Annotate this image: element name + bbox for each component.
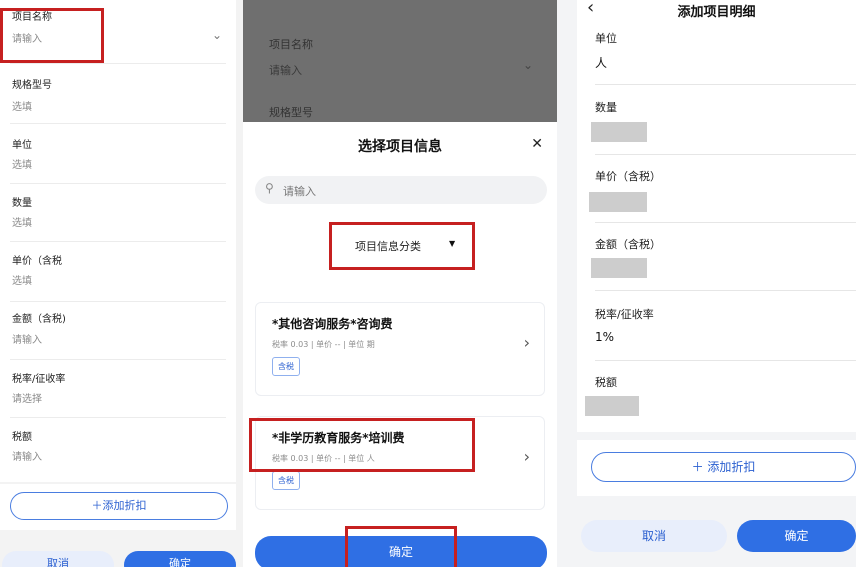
tax-rate-select[interactable]: 请选择: [12, 390, 42, 405]
item-meta: 税率 0.03 | 单价 -- | 单位 期: [272, 340, 375, 349]
divider: [595, 222, 856, 223]
unit-input[interactable]: 选填: [12, 156, 32, 171]
redacted-value[interactable]: [591, 258, 647, 278]
form-panel-left: 项目名称 请输入 ⌄ 规格型号 选填 单位 选填 数量 选填 单价（含税 选填 …: [0, 0, 243, 567]
tax-amount-input[interactable]: 请输入: [12, 448, 42, 463]
search-input[interactable]: 请输入: [283, 183, 316, 199]
highlight-box: [345, 526, 457, 567]
bg-field-label: 项目名称: [269, 38, 313, 51]
spec-model-input[interactable]: 选填: [12, 98, 32, 113]
chevron-right-icon: ›: [523, 447, 530, 466]
bottom-sheet: 选择项目信息 ✕ ⚲ 请输入 项目信息分类 ▼ *其他咨询服务*咨询费 税率 0…: [243, 122, 557, 567]
field-label: 单价（含税）: [595, 170, 661, 183]
unit-value[interactable]: 人: [595, 54, 607, 71]
amount-field[interactable]: 金额（含税) 请输入: [0, 302, 236, 360]
tax-rate-field[interactable]: 税率/征收率 请选择: [0, 360, 236, 418]
field-label: 税额: [595, 376, 617, 389]
page-title: 添加项目明细: [677, 5, 756, 20]
close-icon[interactable]: ✕: [531, 136, 543, 152]
highlight-box: [329, 222, 475, 270]
item-title: *其他咨询服务*咨询费: [272, 317, 393, 331]
tax-amount-field[interactable]: 税额 请输入: [0, 418, 236, 482]
unit-price-field[interactable]: 单价（含税 选填: [0, 242, 236, 302]
cancel-button[interactable]: 取消: [581, 520, 727, 552]
divider: [595, 360, 856, 361]
chevron-right-icon: ›: [523, 333, 530, 352]
amount-input[interactable]: 请输入: [12, 331, 42, 346]
field-label: 单位: [12, 140, 32, 151]
chevron-down-icon: ⌄: [522, 58, 533, 72]
quantity-input[interactable]: 选填: [12, 214, 32, 229]
discount-row: ＋ 添加折扣: [577, 440, 856, 496]
dimmed-background-form: 项目名称 请输入 ⌄ 规格型号: [243, 0, 557, 122]
divider: [595, 290, 856, 291]
field-label: 税额: [12, 432, 32, 443]
redacted-value[interactable]: [591, 122, 647, 142]
divider: [595, 84, 856, 85]
field-label: 金额（含税): [12, 314, 66, 325]
discount-row: ＋添加折扣: [0, 484, 236, 530]
list-item[interactable]: *其他咨询服务*咨询费 税率 0.03 | 单价 -- | 单位 期 含税 ›: [255, 302, 545, 396]
add-discount-button[interactable]: ＋ 添加折扣: [591, 452, 856, 482]
field-label: 单位: [595, 32, 617, 45]
spec-model-field[interactable]: 规格型号 选填: [0, 64, 236, 124]
nav-bar: ‹ 添加项目明细: [577, 0, 856, 22]
highlight-box: [0, 8, 104, 63]
bg-field-label: 规格型号: [269, 106, 313, 119]
highlight-box: [249, 418, 475, 472]
divider: [595, 154, 856, 155]
confirm-button[interactable]: 确定: [124, 551, 236, 567]
sheet-title: 选择项目信息: [358, 139, 442, 155]
field-label: 税率/征收率: [595, 308, 654, 321]
chevron-down-icon[interactable]: ⌄: [212, 28, 222, 42]
confirm-button[interactable]: 确定: [737, 520, 856, 552]
search-icon: ⚲: [265, 181, 274, 195]
detail-form: 单位 人 数量 单价（含税） 金额（含税） 税率/征收率 1% 税额: [577, 22, 856, 432]
bg-field-value: 请输入: [269, 64, 302, 77]
select-item-panel: 项目名称 请输入 ⌄ 规格型号 选择项目信息 ✕ ⚲ 请输入 项目信息分类 ▼ …: [243, 0, 557, 567]
search-bar[interactable]: ⚲ 请输入: [255, 176, 547, 204]
tax-included-tag: 含税: [272, 357, 300, 376]
add-discount-button[interactable]: ＋添加折扣: [10, 492, 228, 520]
field-label: 金额（含税）: [595, 238, 661, 251]
redacted-value[interactable]: [585, 396, 639, 416]
quantity-field[interactable]: 数量 选填: [0, 184, 236, 242]
field-label: 单价（含税: [12, 256, 62, 267]
add-item-detail-panel: ‹ 添加项目明细 单位 人 数量 单价（含税） 金额（含税） 税率/征收率 1%…: [557, 0, 856, 567]
unit-price-input[interactable]: 选填: [12, 272, 32, 287]
tax-rate-value[interactable]: 1%: [595, 330, 614, 344]
field-label: 税率/征收率: [12, 374, 66, 385]
field-label: 数量: [12, 198, 32, 209]
redacted-value[interactable]: [589, 192, 647, 212]
cancel-button[interactable]: 取消: [2, 551, 114, 567]
field-label: 数量: [595, 101, 617, 114]
unit-field[interactable]: 单位 选填: [0, 124, 236, 184]
tax-included-tag: 含税: [272, 471, 300, 490]
field-label: 规格型号: [12, 80, 52, 91]
